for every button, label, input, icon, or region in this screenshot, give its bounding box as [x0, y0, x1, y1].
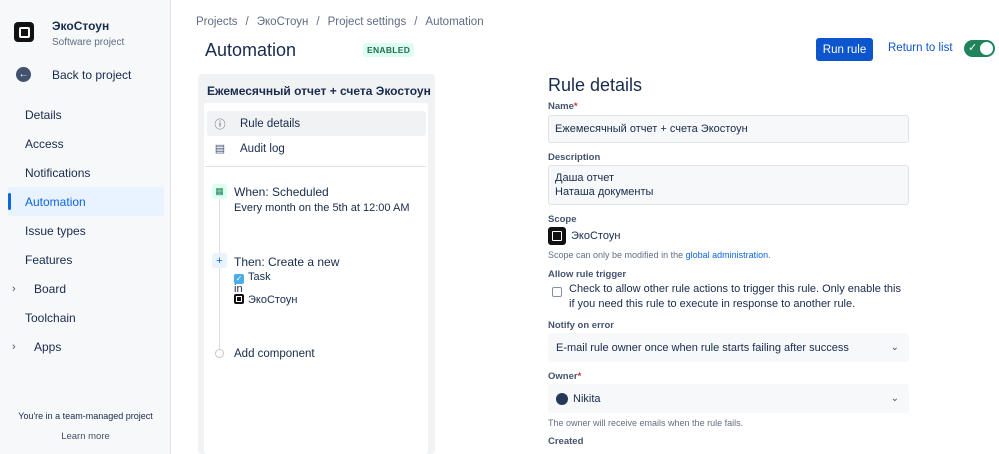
owner-hint: The owner will receive emails when the r… — [548, 418, 744, 428]
description-line: Наташа документы — [555, 186, 654, 198]
description-label: Description — [548, 152, 601, 163]
back-to-project-link[interactable]: ← Back to project — [16, 67, 131, 82]
project-name: ЭкоСтоун — [52, 19, 110, 33]
sidebar-item-label: Details — [25, 107, 62, 122]
required-asterisk: * — [573, 101, 578, 112]
breadcrumb-project-settings[interactable]: Project settings — [328, 16, 407, 28]
sidebar-item-access[interactable]: Access — [8, 129, 164, 158]
arrow-left-icon: ← — [16, 67, 31, 82]
owner-select[interactable]: Nikita ⌄ — [548, 384, 909, 413]
page-title: Automation — [205, 40, 297, 60]
audit-log-label: Audit log — [240, 142, 285, 155]
sidebar-item-label: Notifications — [25, 165, 91, 180]
scope-hint-suffix: . — [768, 250, 771, 260]
sidebar-item-apps[interactable]: › Apps — [8, 332, 164, 361]
sidebar-item-toolchain[interactable]: Toolchain — [8, 303, 164, 332]
required-asterisk: * — [577, 371, 582, 382]
sidebar-item-notifications[interactable]: Notifications — [8, 158, 164, 187]
sidebar-item-features[interactable]: Features — [8, 245, 164, 274]
info-icon: ⓘ — [214, 118, 226, 131]
rule-panel-title: Ежемесячный отчет + счета Экостоун — [207, 84, 431, 98]
avatar — [556, 392, 568, 405]
scope-label: Scope — [548, 214, 577, 225]
notify-on-error-select[interactable]: E-mail rule owner once when rule starts … — [548, 333, 909, 362]
status-badge: ENABLED — [363, 43, 415, 57]
divider — [205, 166, 426, 167]
sidebar-item-board[interactable]: › Board — [8, 274, 164, 303]
chevron-right-icon: › — [12, 282, 16, 295]
notify-on-error-value: E-mail rule owner once when rule starts … — [556, 341, 849, 354]
rule-details-item[interactable]: ⓘ Rule details — [207, 111, 426, 136]
team-managed-note: You're in a team-managed project — [18, 411, 153, 421]
sidebar-item-label: Automation — [25, 194, 86, 209]
sidebar-item-label: Features — [25, 252, 73, 267]
scope-hint: Scope can only be modified in the global… — [548, 250, 771, 260]
allow-rule-trigger-checkbox[interactable] — [552, 287, 562, 297]
allow-rule-trigger-text: Check to allow other rule actions to tri… — [569, 283, 901, 310]
project-type: Software project — [52, 37, 125, 48]
sidebar-item-automation[interactable]: Automation — [8, 187, 164, 216]
project-avatar-icon — [234, 294, 244, 304]
run-rule-button[interactable]: Run rule — [816, 38, 873, 61]
allow-rule-trigger-label: Allow rule trigger — [548, 269, 627, 280]
name-label-text: Name — [548, 101, 574, 112]
sidebar-item-details[interactable]: Details — [8, 100, 164, 129]
plus-icon: + — [212, 253, 227, 268]
sidebar-item-issue-types[interactable]: Issue types — [8, 216, 164, 245]
rule-enabled-toggle[interactable]: ✓ — [964, 40, 995, 57]
scope-project-name: ЭкоСтоун — [571, 230, 621, 242]
flow-connector-line — [219, 199, 220, 354]
description-field[interactable]: Даша отчет Наташа документы — [548, 165, 909, 205]
action-title[interactable]: Then: Create a new — [234, 255, 339, 269]
calendar-icon: ▦ — [212, 184, 227, 199]
sidebar-item-label: Access — [25, 136, 64, 151]
created-label: Created — [548, 436, 584, 447]
add-component-dot-icon — [215, 349, 224, 358]
notify-on-error-label: Notify on error — [548, 320, 614, 331]
sidebar-item-label: Issue types — [25, 223, 86, 238]
settings-nav: Details Access Notifications Automation … — [8, 100, 164, 361]
breadcrumb-projects[interactable]: Projects — [196, 16, 238, 28]
owner-value: Nikita — [573, 392, 601, 405]
breadcrumb-separator: / — [245, 16, 249, 28]
toggle-knob — [980, 42, 993, 55]
breadcrumb: Projects / ЭкоСтоун / Project settings /… — [196, 16, 484, 28]
return-to-list-link[interactable]: Return to list — [888, 42, 953, 54]
sidebar-item-label: Board — [34, 281, 67, 296]
audit-log-item[interactable]: ▤ Audit log — [207, 136, 426, 161]
sidebar: ЭкоСтоун Software project ← Back to proj… — [0, 0, 171, 454]
add-component-button[interactable]: Add component — [234, 348, 315, 360]
document-icon: ▤ — [214, 143, 226, 155]
trigger-detail: Every month on the 5th at 12:00 AM — [234, 202, 410, 214]
learn-more-link[interactable]: Learn more — [0, 431, 171, 442]
breadcrumb-project[interactable]: ЭкоСтоун — [257, 16, 309, 28]
name-label: Name* — [548, 101, 578, 112]
chevron-down-icon: ⌄ — [890, 342, 899, 353]
action-project: ЭкоСтоун — [234, 294, 297, 306]
chevron-down-icon: ⌄ — [890, 393, 899, 404]
breadcrumb-automation[interactable]: Automation — [425, 16, 483, 28]
scope-hint-text: Scope can only be modified in the — [548, 250, 684, 260]
rule-details-heading: Rule details — [548, 75, 643, 95]
global-administration-link[interactable]: global administration — [686, 250, 769, 260]
project-header: ЭкоСтоун Software project — [14, 19, 124, 48]
owner-label-text: Owner — [548, 371, 578, 382]
owner-label: Owner* — [548, 371, 581, 382]
project-avatar-icon — [548, 227, 566, 245]
rule-name-field[interactable]: Ежемесячный отчет + счета Экостоун — [548, 115, 909, 143]
check-icon: ✓ — [968, 42, 978, 54]
scope-value: ЭкоСтоун — [548, 227, 620, 245]
description-line: Даша отчет — [555, 172, 615, 184]
rule-details-label: Rule details — [240, 117, 301, 130]
project-avatar-icon — [14, 22, 34, 42]
sidebar-item-label: Apps — [34, 339, 62, 354]
back-to-project-label: Back to project — [52, 67, 132, 82]
sidebar-item-label: Toolchain — [25, 310, 76, 325]
breadcrumb-separator: / — [316, 16, 320, 28]
chevron-right-icon: › — [12, 340, 16, 353]
trigger-title[interactable]: When: Scheduled — [234, 185, 329, 199]
breadcrumb-separator: / — [414, 16, 418, 28]
action-project-label: ЭкоСтоун — [248, 294, 298, 306]
action-issue-type-label: Task — [248, 271, 271, 283]
